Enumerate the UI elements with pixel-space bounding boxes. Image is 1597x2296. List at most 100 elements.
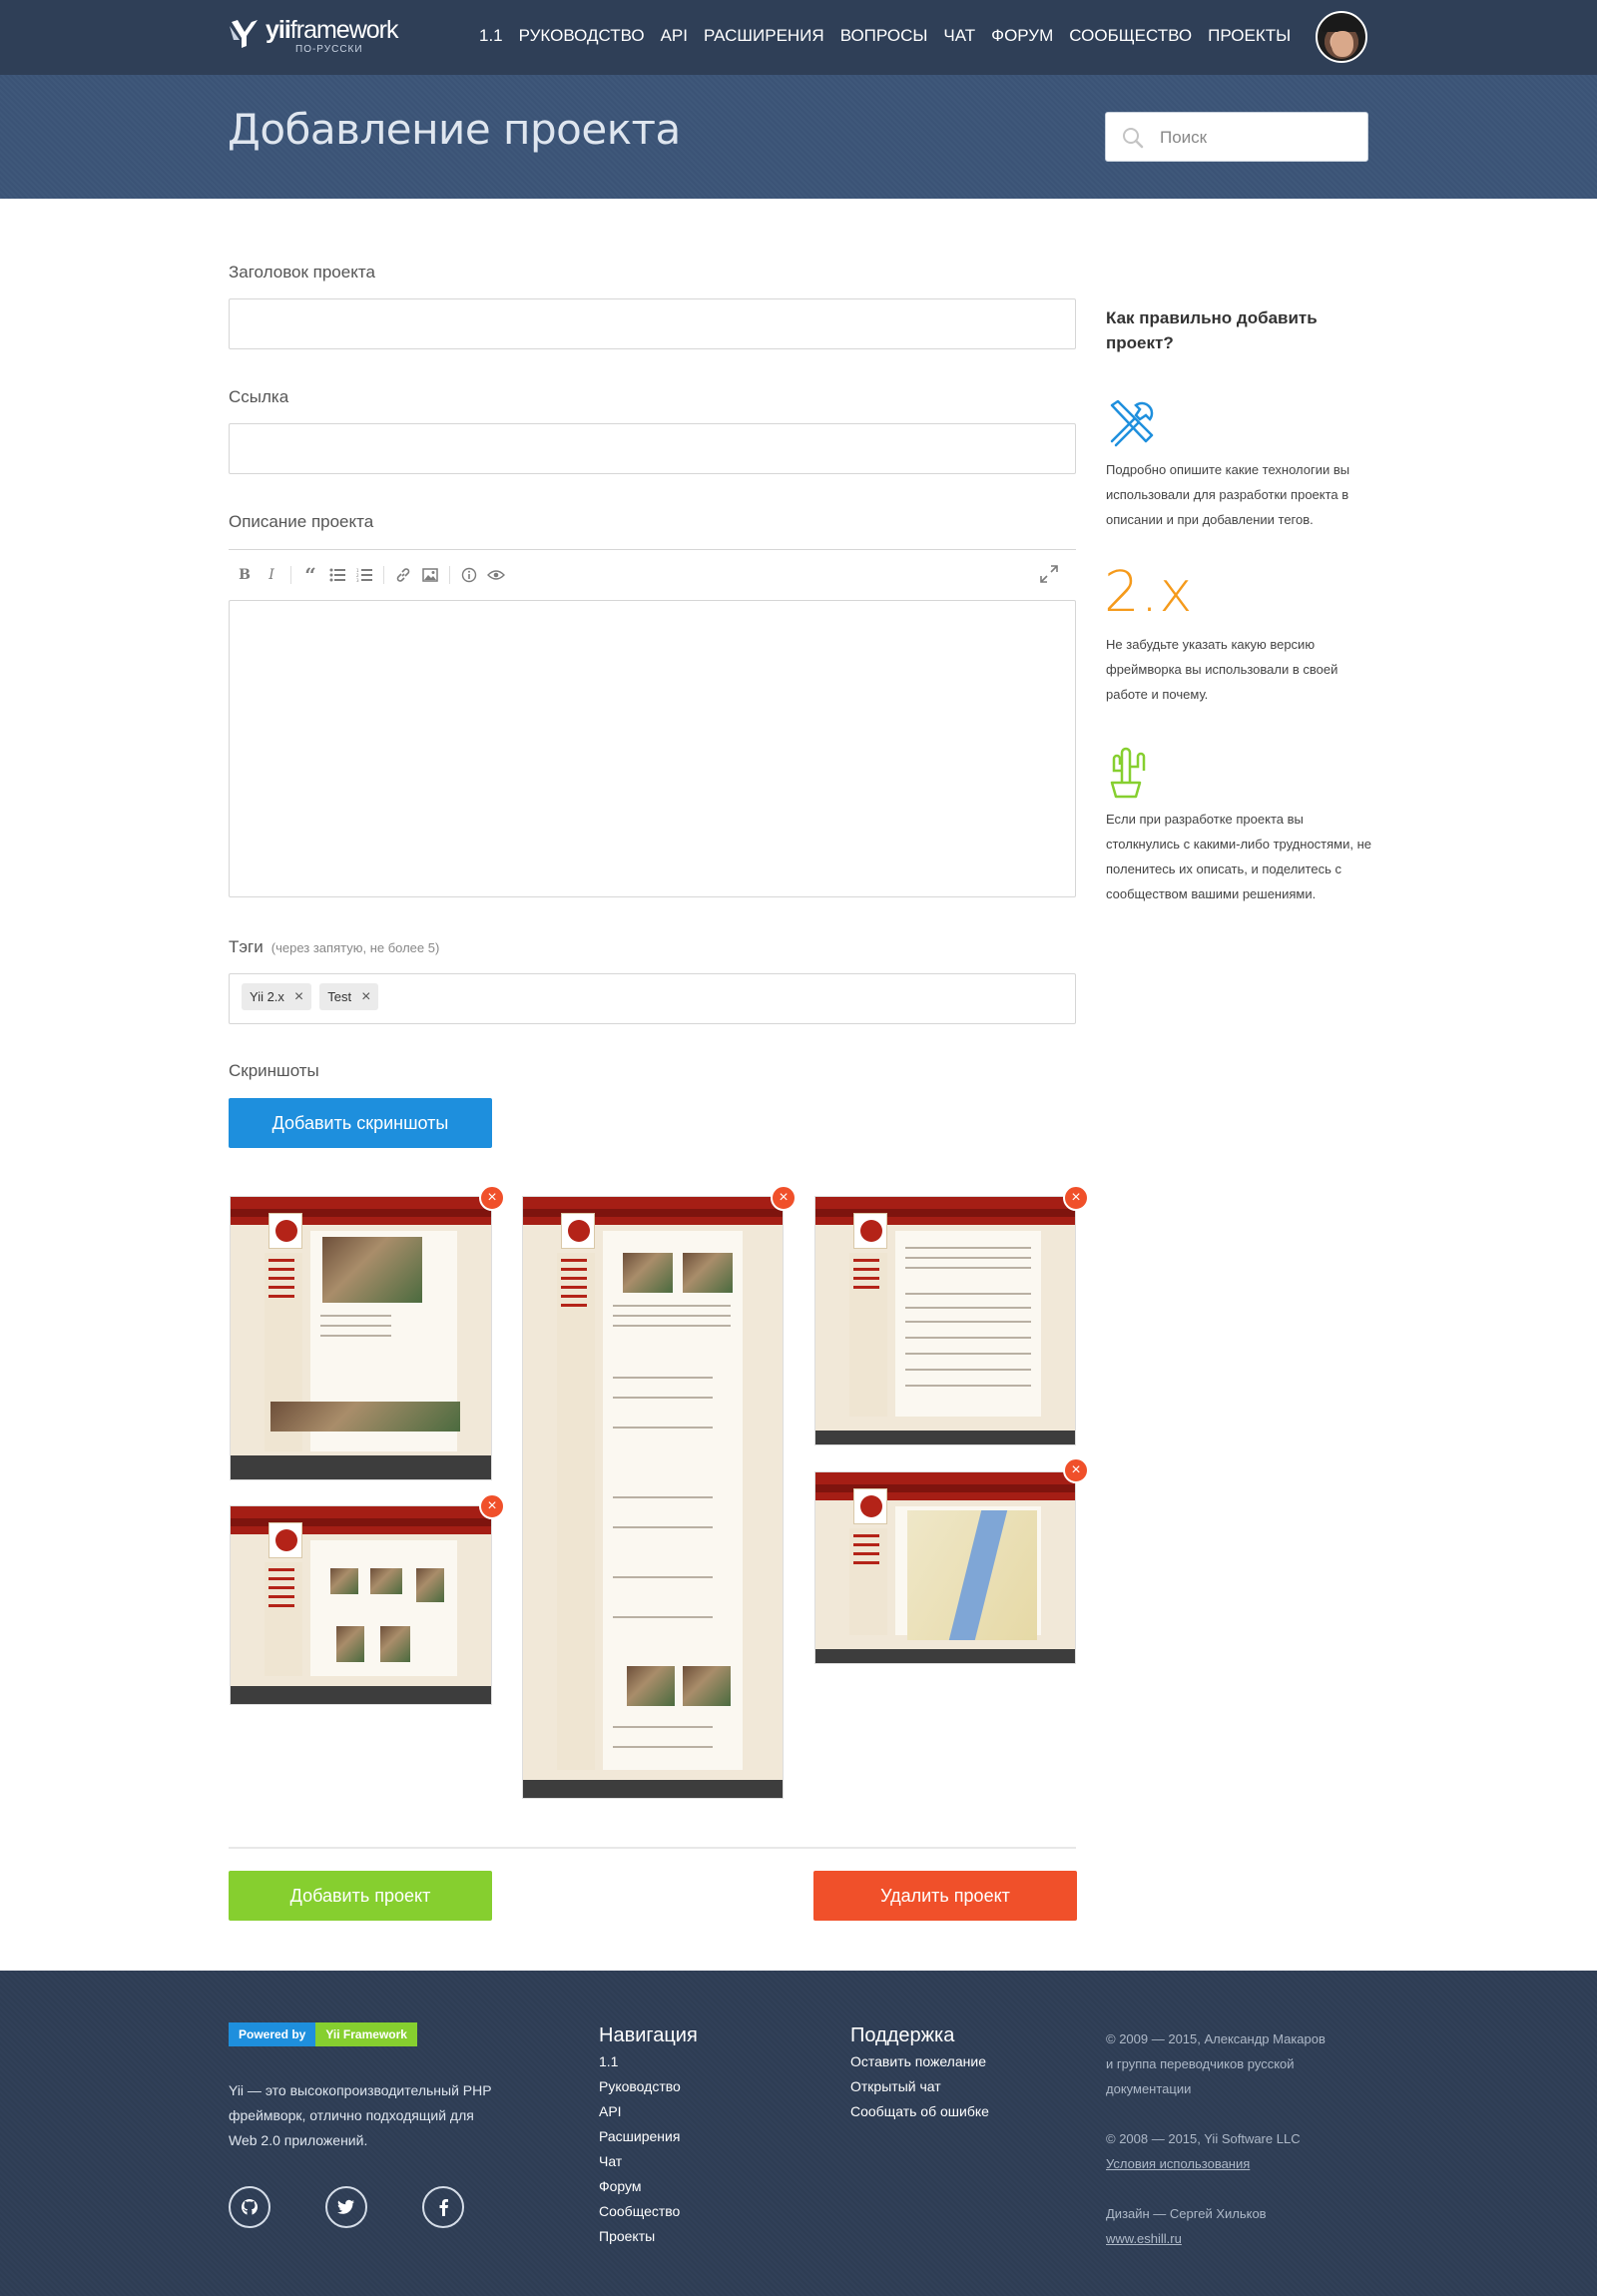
powered-by-badge[interactable]: Powered by Yii Framework bbox=[229, 2022, 417, 2046]
footer-support-title: Поддержка bbox=[850, 2024, 955, 2046]
github-icon[interactable] bbox=[229, 2186, 270, 2228]
unordered-list-icon[interactable] bbox=[326, 564, 348, 586]
footer-about: Yii — это высокопроизводительный PHP фре… bbox=[229, 2082, 492, 2148]
title-input[interactable] bbox=[230, 299, 1075, 348]
footer-link-report-bug[interactable]: Сообщать об ошибке bbox=[850, 2099, 989, 2124]
footer-link-extensions[interactable]: Расширения bbox=[599, 2124, 698, 2149]
fullscreen-icon[interactable] bbox=[1038, 563, 1060, 585]
ordered-list-icon[interactable]: 123 bbox=[353, 564, 375, 586]
yii-logo-icon bbox=[230, 20, 258, 48]
remove-screenshot-button[interactable]: × bbox=[1063, 1457, 1089, 1483]
search-icon bbox=[1123, 128, 1144, 149]
footer-copyright: © 2009 — 2015, Александр Макаров и групп… bbox=[1106, 2026, 1335, 2251]
footer-link-api[interactable]: API bbox=[599, 2099, 698, 2124]
description-editor[interactable] bbox=[229, 600, 1076, 897]
remove-screenshot-button[interactable]: × bbox=[771, 1185, 797, 1211]
bold-icon[interactable]: B bbox=[234, 564, 256, 586]
logo-text: framework bbox=[289, 16, 399, 44]
footer-link-guide[interactable]: Руководство bbox=[599, 2074, 698, 2099]
description-label: Описание проекта bbox=[229, 512, 374, 531]
title-label: Заголовок проекта bbox=[229, 263, 375, 282]
link-label: Ссылка bbox=[229, 387, 289, 406]
toolbar-divider bbox=[449, 566, 450, 584]
tags-hint: (через запятую, не более 5) bbox=[270, 940, 440, 955]
facebook-icon[interactable] bbox=[422, 2186, 464, 2228]
search-input[interactable] bbox=[1160, 125, 1349, 151]
tags-input[interactable]: Yii 2.x × Test × bbox=[229, 973, 1076, 1024]
screenshot-thumbnail[interactable] bbox=[814, 1471, 1076, 1664]
designer-link[interactable]: www.eshill.ru bbox=[1106, 2231, 1182, 2246]
delete-project-button[interactable]: Удалить проект bbox=[813, 1871, 1077, 1921]
main-nav: 1.1 РУКОВОДСТВО API РАСШИРЕНИЯ ВОПРОСЫ Ч… bbox=[479, 24, 1307, 48]
tag-chip: Yii 2.x × bbox=[242, 983, 312, 1010]
copyright-translators: © 2009 — 2015, Александр Макаров и групп… bbox=[1106, 2031, 1326, 2096]
screenshot-thumbnail[interactable] bbox=[230, 1196, 492, 1480]
svg-text:3: 3 bbox=[356, 578, 359, 582]
copyright-yii: © 2008 — 2015, Yii Software LLC bbox=[1106, 2131, 1301, 2146]
link-icon[interactable] bbox=[392, 564, 414, 586]
footer-link-chat[interactable]: Чат bbox=[599, 2149, 698, 2174]
screenshots-label: Скриншоты bbox=[229, 1061, 319, 1080]
quote-icon[interactable]: “ bbox=[299, 563, 321, 587]
remove-tag-icon[interactable]: × bbox=[294, 988, 303, 1006]
nav-item-1-1[interactable]: 1.1 bbox=[479, 24, 503, 48]
help-text-technologies: Подробно опишите какие технологии вы исп… bbox=[1106, 462, 1350, 527]
footer-nav-title: Навигация bbox=[599, 2024, 698, 2046]
nav-item-chat[interactable]: ЧАТ bbox=[943, 24, 975, 48]
yii-logo[interactable]: yiiframework ПО-РУССКИ bbox=[228, 16, 399, 56]
twitter-icon[interactable] bbox=[325, 2186, 367, 2228]
logo-text-bold: yii bbox=[266, 16, 291, 44]
nav-item-forum[interactable]: ФОРУМ bbox=[991, 24, 1053, 48]
title-field[interactable] bbox=[229, 298, 1076, 349]
help-text-difficulties: Если при разработке проекта вы столкнули… bbox=[1106, 812, 1372, 901]
italic-icon[interactable]: I bbox=[261, 564, 282, 586]
footer-link-projects[interactable]: Проекты bbox=[599, 2224, 698, 2249]
nav-item-community[interactable]: СООБЩЕСТВО bbox=[1069, 24, 1192, 48]
editor-divider bbox=[229, 549, 1076, 550]
add-screenshots-button[interactable]: Добавить скриншоты bbox=[229, 1098, 492, 1148]
top-navbar: yiiframework ПО-РУССКИ 1.1 РУКОВОДСТВО A… bbox=[0, 0, 1597, 75]
logo-subtitle: ПО-РУССКИ bbox=[295, 44, 363, 55]
info-icon[interactable] bbox=[458, 564, 480, 586]
footer-support: Поддержка Оставить пожелание Открытый ча… bbox=[850, 2024, 989, 2124]
version-2x-icon: 2.x bbox=[1104, 560, 1194, 625]
footer-link-suggestion[interactable]: Оставить пожелание bbox=[850, 2049, 989, 2074]
toolbar-divider bbox=[383, 566, 384, 584]
tags-label: Тэги (через запятую, не более 5) bbox=[229, 937, 440, 956]
remove-screenshot-button[interactable]: × bbox=[479, 1493, 505, 1519]
nav-item-extensions[interactable]: РАСШИРЕНИЯ bbox=[704, 24, 824, 48]
add-project-button[interactable]: Добавить проект bbox=[229, 1871, 492, 1921]
cactus-icon bbox=[1110, 747, 1146, 799]
terms-link[interactable]: Условия использования bbox=[1106, 2156, 1250, 2171]
link-field[interactable] bbox=[229, 423, 1076, 474]
preview-eye-icon[interactable] bbox=[485, 564, 507, 586]
footer-navigation: Навигация 1.1 Руководство API Расширения… bbox=[599, 2024, 698, 2249]
nav-item-projects[interactable]: ПРОЕКТЫ bbox=[1208, 24, 1291, 48]
footer-link-open-chat[interactable]: Открытый чат bbox=[850, 2074, 989, 2099]
remove-screenshot-button[interactable]: × bbox=[479, 1185, 505, 1211]
screenshot-thumbnail[interactable] bbox=[522, 1196, 784, 1799]
page-title: Добавление проекта bbox=[228, 105, 681, 154]
design-credit: Дизайн — Сергей Хильков bbox=[1106, 2206, 1267, 2221]
nav-item-guide[interactable]: РУКОВОДСТВО bbox=[519, 24, 645, 48]
page-header: Добавление проекта bbox=[0, 75, 1597, 199]
remove-screenshot-button[interactable]: × bbox=[1063, 1185, 1089, 1211]
link-input[interactable] bbox=[230, 424, 1075, 473]
nav-item-api[interactable]: API bbox=[661, 24, 688, 48]
remove-tag-icon[interactable]: × bbox=[361, 988, 370, 1006]
footer-link-1-1[interactable]: 1.1 bbox=[599, 2049, 698, 2074]
help-text-version: Не забудьте указать какую версию фреймво… bbox=[1106, 637, 1338, 702]
form-divider bbox=[229, 1847, 1076, 1849]
image-icon[interactable] bbox=[419, 564, 441, 586]
screenshot-thumbnail[interactable] bbox=[230, 1505, 492, 1705]
user-avatar[interactable] bbox=[1316, 11, 1367, 63]
footer-link-community[interactable]: Сообщество bbox=[599, 2199, 698, 2224]
nav-item-questions[interactable]: ВОПРОСЫ bbox=[840, 24, 928, 48]
footer-link-forum[interactable]: Форум bbox=[599, 2174, 698, 2199]
search-box[interactable] bbox=[1105, 112, 1368, 162]
tag-chip: Test × bbox=[319, 983, 379, 1010]
footer: Powered by Yii Framework Yii — это высок… bbox=[0, 1971, 1597, 2296]
help-title: Как правильно добавить проект? bbox=[1106, 308, 1318, 352]
toolbar-divider bbox=[290, 566, 291, 584]
screenshot-thumbnail[interactable] bbox=[814, 1196, 1076, 1445]
